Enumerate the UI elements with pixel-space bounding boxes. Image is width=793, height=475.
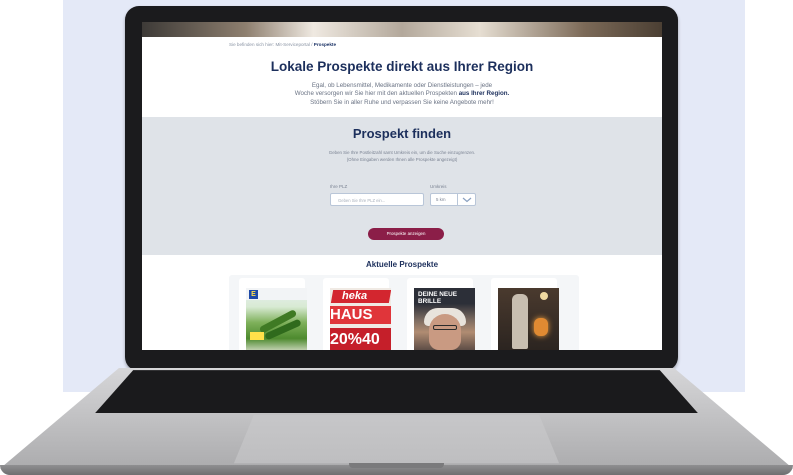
plz-input[interactable]: Geben Sie Ihre PLZ ein... [330, 193, 424, 206]
lamp-graphic [540, 292, 548, 300]
brochure-thumbnail-edeka[interactable]: E [246, 288, 307, 350]
page-headline: Lokale Prospekte direkt aus Ihrer Region [270, 59, 534, 74]
brochure-card[interactable]: DEINE NEUE BRILLE [407, 278, 475, 350]
portrait-face [429, 314, 461, 350]
breadcrumb-current: Prospekte [313, 42, 336, 47]
brochure-thumbnail-heka[interactable]: heka HAUS 20%40 [330, 288, 391, 350]
laptop-screen: Sie befinden sich hier: Mit-Serviceporta… [142, 22, 662, 350]
intro-line-3: Stöbern Sie in aller Ruhe und verpassen … [310, 98, 494, 106]
brochure-card[interactable]: E [239, 278, 307, 350]
intro-bold: aus Ihrer Region. [458, 90, 510, 98]
chevron-down-icon [462, 197, 472, 203]
intro-line-1: Egal, ob Lebensmittel, Medikamente oder … [311, 82, 493, 89]
brochure-thumbnail-brille[interactable]: DEINE NEUE BRILLE [414, 288, 475, 350]
lid-notch [349, 463, 444, 468]
brochure-discount: 20%40 [330, 328, 391, 350]
heka-logo: heka [342, 290, 368, 302]
hero-image-strip [142, 22, 662, 37]
brochure-thumbnail-fashion[interactable] [498, 288, 559, 350]
intro-line-2: Woche versorgen wir Sie hier mit den akt… [294, 90, 510, 98]
umkreis-select[interactable]: 5 km [430, 193, 476, 206]
finder-description: Geben Sie Ihre Postleitzahl samt Umkreis… [292, 150, 512, 163]
brochure-card[interactable] [491, 278, 559, 350]
show-brochures-button[interactable]: Prospekte anzeigen [368, 228, 444, 240]
brochure-headline: DEINE NEUE BRILLE [418, 291, 458, 305]
breadcrumb-prefix[interactable]: Sie befinden sich hier: Mit-Serviceporta… [229, 42, 313, 47]
edeka-logo: E [249, 290, 258, 299]
current-brochures-title: Aktuelle Prospekte [365, 260, 439, 269]
finder-title: Prospekt finden [352, 126, 452, 141]
laptop-base [0, 368, 793, 475]
fireplace-graphic [534, 318, 548, 336]
brochure-card[interactable]: heka HAUS 20%40 [323, 278, 391, 350]
select-divider [457, 194, 458, 205]
glasses-icon [433, 325, 457, 330]
intro-text: Egal, ob Lebensmittel, Medikamente oder … [262, 82, 542, 107]
finder-desc-line-2: (Ohne Eingaben werden Ihnen alle Prospek… [346, 156, 458, 162]
umkreis-label: Umkreis [430, 184, 447, 189]
finder-desc-line-1: Geben Sie Ihre Postleitzahl samt Umkreis… [328, 150, 476, 155]
umkreis-value: 5 km [436, 197, 446, 202]
plz-label: Ihre PLZ [330, 184, 348, 189]
brochure-headline: HAUS [330, 306, 391, 324]
model-figure [512, 294, 528, 349]
price-tag [250, 332, 264, 340]
breadcrumb: Sie befinden sich hier: Mit-Serviceporta… [229, 42, 336, 47]
